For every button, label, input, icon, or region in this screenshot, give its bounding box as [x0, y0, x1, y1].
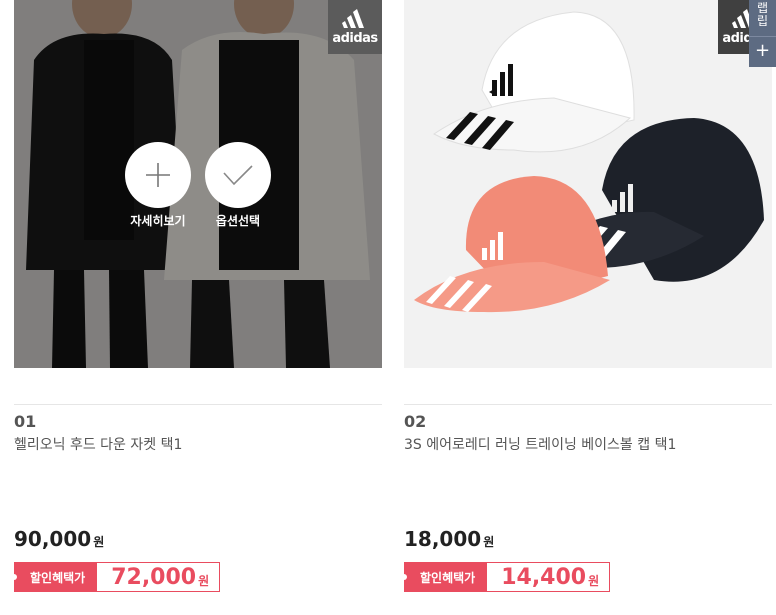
hover-overlay: [14, 0, 382, 368]
side-tab-label[interactable]: 랩 립: [749, 0, 776, 36]
sale-tag: 할인혜택가: [401, 562, 488, 592]
sale-price-unit: 원: [198, 573, 210, 588]
caps-photo: [404, 0, 772, 368]
sale-price: 14,400 원: [487, 562, 611, 592]
sale-price-value: 72,000: [111, 564, 197, 590]
product-price: 18,000 원: [404, 527, 494, 551]
sale-tag: 할인혜택가: [11, 562, 98, 592]
product-number: 02: [404, 412, 427, 431]
sale-label: 할인혜택가: [420, 570, 476, 585]
view-detail-button[interactable]: [125, 142, 191, 208]
select-option-label[interactable]: 옵션선택: [198, 212, 278, 229]
check-icon: [223, 165, 253, 186]
sale-price-unit: 원: [588, 573, 600, 588]
tag-hole: [11, 574, 17, 580]
sale-price-value: 14,400: [501, 564, 587, 590]
sale-price-box: 할인혜택가 14,400 원: [401, 562, 611, 592]
product-name[interactable]: 헬리오닉 후드 다운 자켓 택1: [14, 434, 182, 454]
price-value: 90,000: [14, 527, 92, 551]
product-card-2[interactable]: adidas 02 3S 에어로레디 러닝 트레이닝 베이스볼 캡 택1 18,…: [401, 0, 772, 615]
sale-label: 할인혜택가: [30, 570, 86, 585]
floating-side-tab[interactable]: 랩 립 +: [749, 0, 776, 67]
tag-hole: [401, 574, 407, 580]
product-image-1[interactable]: adidas 자세히보기 옵션선택: [14, 0, 382, 368]
view-detail-label[interactable]: 자세히보기: [118, 212, 198, 229]
product-name[interactable]: 3S 에어로레디 러닝 트레이닝 베이스볼 캡 택1: [404, 434, 676, 454]
brand-badge: adidas: [328, 0, 382, 54]
select-option-button[interactable]: [205, 142, 271, 208]
product-image-2[interactable]: adidas: [404, 0, 772, 368]
sale-price-box: 할인혜택가 72,000 원: [11, 562, 221, 592]
adidas-logo-icon: [342, 9, 364, 28]
price-unit: 원: [483, 535, 495, 549]
divider: [404, 404, 772, 405]
product-card-1[interactable]: adidas 자세히보기 옵션선택 01 헬리오닉 후드 다운 자켓 택1 90…: [11, 0, 382, 615]
side-tab-plus-button[interactable]: +: [749, 36, 776, 67]
product-number: 01: [14, 412, 37, 431]
plus-icon: [146, 163, 170, 187]
product-price: 90,000 원: [14, 527, 104, 551]
price-unit: 원: [93, 535, 105, 549]
price-value: 18,000: [404, 527, 482, 551]
divider: [14, 404, 382, 405]
sale-price: 72,000 원: [97, 562, 221, 592]
